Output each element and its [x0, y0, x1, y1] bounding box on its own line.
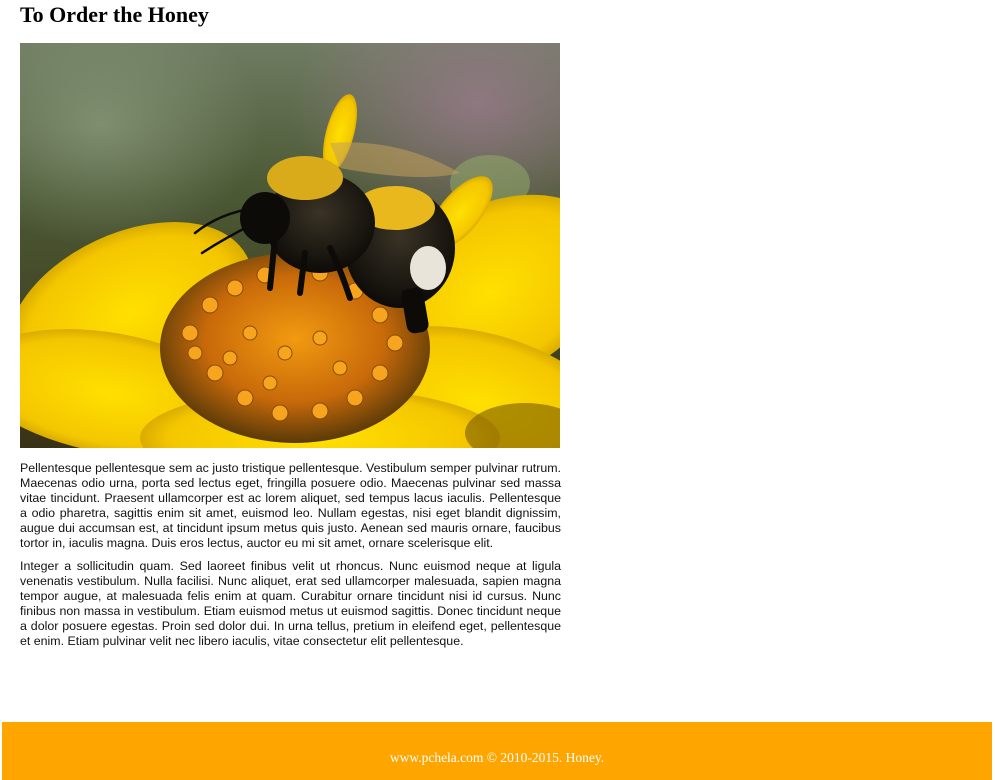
- article-paragraph: Pellentesque pellentesque sem ac justo t…: [20, 461, 561, 550]
- hero-image: [20, 43, 560, 448]
- page-title: To Order the Honey: [20, 2, 209, 27]
- footer: www.pchela.com © 2010-2015. Honey.: [2, 722, 992, 780]
- article-text: Pellentesque pellentesque sem ac justo t…: [20, 461, 561, 657]
- main-content: To Order the Honey Pellentesque pellente…: [20, 0, 561, 648]
- article-paragraph: Integer a sollicitudin quam. Sed laoreet…: [20, 559, 561, 648]
- footer-copyright: www.pchela.com © 2010-2015. Honey.: [389, 750, 605, 765]
